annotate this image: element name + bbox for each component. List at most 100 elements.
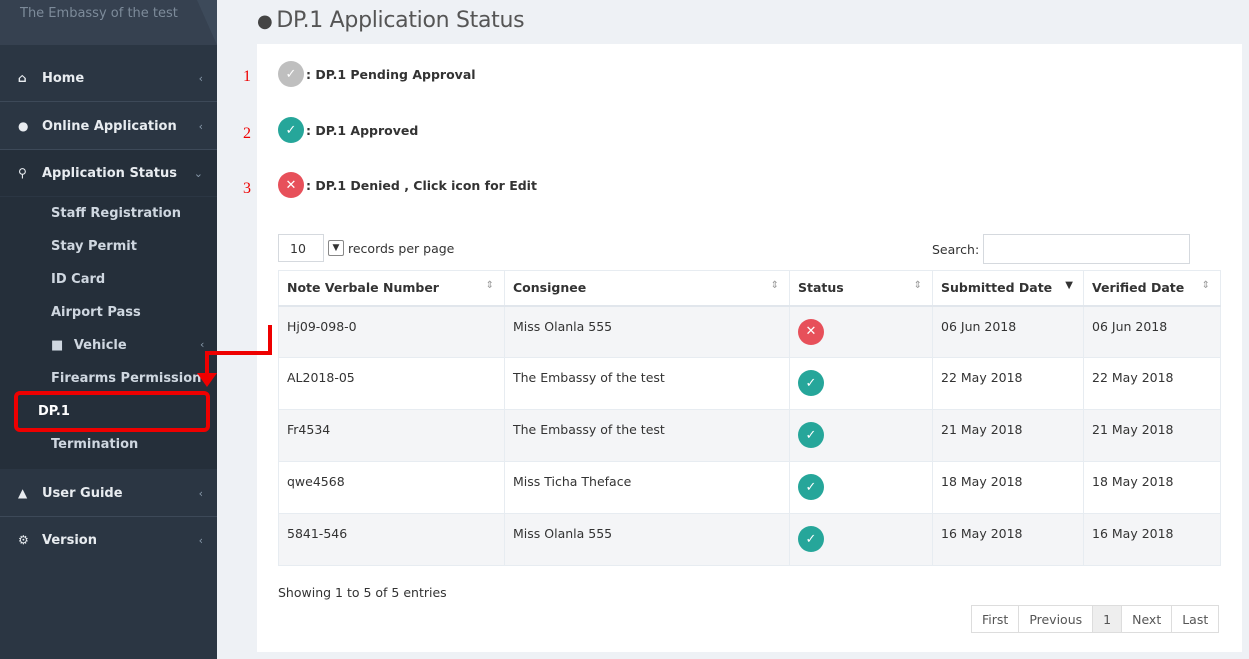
chevron-left-icon: ‹ (198, 119, 203, 133)
sidebar-item-version[interactable]: ⚙ Version ‹ (0, 517, 217, 563)
search-icon: ⚲ (18, 166, 27, 180)
chevron-left-icon: ‹ (198, 533, 203, 547)
legend-denied: ✕ : DP.1 Denied , Click icon for Edit (278, 172, 537, 198)
check-icon: ✓ (278, 61, 304, 87)
note-verbale-number: AL2018-05 (278, 357, 505, 410)
sidebar-subitem-vehicle[interactable]: ■ Vehicle (51, 338, 127, 353)
sidebar-item-online-application[interactable]: ● Online Application ‹ (0, 103, 217, 149)
chevron-left-icon: ‹ (200, 338, 205, 351)
search-input[interactable] (983, 234, 1191, 264)
pager-next-button[interactable]: Next (1121, 605, 1173, 633)
note-verbale-number: Fr4534 (278, 409, 505, 462)
user-icon: ● (257, 11, 273, 32)
submitted-date: 06 Jun 2018 (932, 305, 1084, 358)
pager-first-button[interactable]: First (971, 605, 1020, 633)
column-header-consignee[interactable]: Consignee ⇕ (504, 270, 790, 307)
home-icon: ⌂ (18, 71, 27, 85)
page-size-value: 10 (290, 240, 306, 256)
check-icon: ✓ (798, 370, 824, 396)
submitted-date: 18 May 2018 (932, 461, 1084, 514)
note-verbale-number: qwe4568 (278, 461, 505, 514)
status-cell: ✕ (789, 305, 933, 358)
submitted-date: 22 May 2018 (932, 357, 1084, 410)
status-cell: ✓ (789, 357, 933, 410)
submitted-date: 21 May 2018 (932, 409, 1084, 462)
legend-label: : DP.1 Pending Approval (306, 66, 476, 82)
chevron-down-icon[interactable]: ▼ (328, 240, 344, 256)
annotation-number: 2 (243, 125, 251, 142)
page-title: ● DP.1 Application Status (257, 8, 525, 33)
close-icon[interactable]: ✕ (798, 318, 824, 345)
content-card: ✓ : DP.1 Pending Approval ✓ : DP.1 Appro… (257, 44, 1242, 652)
user-icon: ● (18, 119, 29, 133)
column-header-status[interactable]: Status ⇕ (789, 270, 933, 307)
search: Search: (932, 234, 1191, 264)
consignee: The Embassy of the test (504, 409, 790, 462)
car-icon: ■ (51, 338, 64, 353)
consignee: Miss Olanla 555 (504, 305, 790, 358)
sort-icon: ⇕ (485, 280, 494, 292)
column-header-submitted-date[interactable]: Submitted Date ▼ (932, 270, 1084, 307)
column-header-verified-date[interactable]: Verified Date ⇕ (1083, 270, 1221, 307)
column-header-label: Status (798, 280, 844, 296)
table-row: Hj09-098-0 Miss Olanla 555 ✕ 06 Jun 2018… (278, 305, 1221, 358)
legend-pending: ✓ : DP.1 Pending Approval (278, 61, 476, 87)
search-label: Search: (932, 241, 980, 257)
divider (0, 101, 217, 102)
sidebar-subitem-firearms-permission[interactable]: Firearms Permission (51, 371, 201, 386)
legend-label: : DP.1 Approved (306, 122, 419, 138)
sort-icon: ⇕ (1201, 280, 1210, 292)
brand-decoration (197, 0, 217, 45)
brand-name: The Embassy of the test (20, 6, 178, 21)
submitted-date: 16 May 2018 (932, 513, 1084, 566)
verified-date: 22 May 2018 (1083, 357, 1221, 410)
verified-date: 06 Jun 2018 (1083, 305, 1221, 358)
consignee: Miss Ticha Theface (504, 461, 790, 514)
sidebar-item-label: Application Status (42, 165, 178, 181)
pagination: First Previous 1 Next Last (971, 605, 1220, 633)
brand: The Embassy of the test (0, 0, 217, 45)
verified-date: 16 May 2018 (1083, 513, 1221, 566)
sidebar-item-home[interactable]: ⌂ Home ‹ (0, 55, 217, 101)
main-content: ● DP.1 Application Status ✓ : DP.1 Pendin… (217, 0, 1249, 659)
consignee: The Embassy of the test (504, 357, 790, 410)
column-header-note-verbale-number[interactable]: Note Verbale Number ⇕ (278, 270, 505, 307)
note-verbale-number: Hj09-098-0 (278, 305, 505, 358)
note-verbale-number: 5841-546 (278, 513, 505, 566)
sidebar-item-user-guide[interactable]: ▲ User Guide ‹ (0, 470, 217, 516)
legend-label: : DP.1 Denied , Click icon for Edit (306, 177, 537, 193)
pager-page-button[interactable]: 1 (1092, 605, 1123, 633)
sidebar-subitem-id-card[interactable]: ID Card (51, 272, 105, 287)
records-per-page-label: records per page (348, 240, 455, 256)
status-cell: ✓ (789, 513, 933, 566)
records-per-page: 10 ▼ records per page (278, 234, 454, 262)
annotation-number: 3 (243, 180, 251, 197)
verified-date: 18 May 2018 (1083, 461, 1221, 514)
column-header-label: Note Verbale Number (287, 280, 439, 296)
column-header-label: Verified Date (1092, 280, 1185, 296)
sidebar-item-label: User Guide (42, 485, 123, 501)
sidebar-item-label: Home (42, 70, 85, 86)
page-title-text: DP.1 Application Status (276, 8, 525, 33)
pager-previous-button[interactable]: Previous (1018, 605, 1094, 633)
sidebar-item-application-status[interactable]: ⚲ Application Status ⌄ (0, 150, 217, 196)
column-header-label: Submitted Date (941, 280, 1053, 296)
consignee: Miss Olanla 555 (504, 513, 790, 566)
annotation-highlight-box (14, 391, 210, 432)
sort-icon: ⇕ (913, 280, 922, 292)
sidebar-subitem-stay-permit[interactable]: Stay Permit (51, 239, 137, 254)
sort-desc-icon: ▼ (1065, 280, 1073, 292)
sidebar-item-label: Online Application (42, 118, 177, 134)
sidebar-subitem-staff-registration[interactable]: Staff Registration (51, 206, 181, 221)
close-icon: ✕ (278, 172, 304, 198)
sidebar-subitem-airport-pass[interactable]: Airport Pass (51, 305, 141, 320)
sidebar-subitem-label: Vehicle (73, 338, 127, 353)
sidebar-subitem-termination[interactable]: Termination (51, 437, 138, 452)
pager-last-button[interactable]: Last (1171, 605, 1220, 633)
check-icon: ✓ (798, 526, 824, 552)
table-row: qwe4568 Miss Ticha Theface ✓ 18 May 2018… (278, 461, 1221, 514)
check-icon: ✓ (798, 422, 824, 448)
verified-date: 21 May 2018 (1083, 409, 1221, 462)
legend-approved: ✓ : DP.1 Approved (278, 117, 418, 143)
page-size-select[interactable]: 10 (278, 234, 324, 262)
